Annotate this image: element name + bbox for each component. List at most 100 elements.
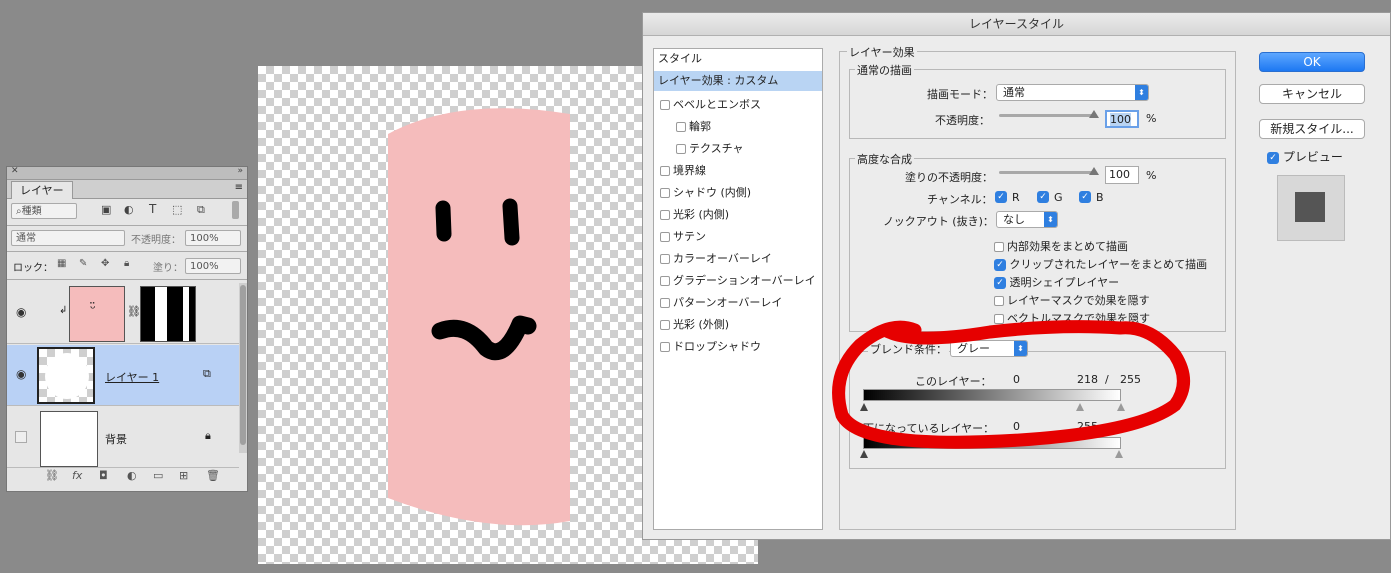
channel-r-checkbox[interactable]: ✓ bbox=[995, 191, 1007, 203]
advanced-blend-label: 高度な合成 bbox=[855, 151, 914, 167]
visibility-toggle-empty[interactable] bbox=[15, 431, 27, 443]
fill-label: 塗り： bbox=[153, 263, 183, 274]
filter-pixel-icon[interactable]: ▣ bbox=[101, 203, 111, 216]
tab-layers[interactable]: レイヤー bbox=[11, 181, 73, 199]
new-layer-icon[interactable]: ⊞ bbox=[179, 469, 188, 482]
collapse-icon[interactable]: » bbox=[237, 166, 243, 176]
channels-label: チャンネル： bbox=[927, 193, 993, 206]
layer-name[interactable]: レイヤー 1 bbox=[105, 369, 159, 385]
vector-mask-thumbnail bbox=[140, 286, 196, 342]
style-item-inner-shadow[interactable]: シャドウ (内側) bbox=[654, 183, 822, 203]
lock-brush-icon[interactable]: ✎ bbox=[79, 258, 87, 269]
style-item-satin[interactable]: サテン bbox=[654, 227, 822, 247]
filter-shape-icon[interactable]: ⬚ bbox=[172, 203, 182, 216]
lock-move-icon[interactable]: ✥ bbox=[101, 258, 109, 269]
channel-r-label: R bbox=[1012, 191, 1020, 204]
link-layers-icon[interactable]: ⛓ bbox=[45, 469, 59, 482]
option-row[interactable]: ✓ クリップされたレイヤーをまとめて描画 bbox=[994, 256, 1207, 272]
fill-opacity-input[interactable]: 100 bbox=[1105, 166, 1139, 184]
filter-toggle[interactable] bbox=[232, 201, 239, 219]
opacity-label: 不透明度： bbox=[131, 235, 181, 246]
preview-checkbox-row[interactable]: ✓ プレビュー bbox=[1267, 148, 1343, 165]
channel-g-checkbox[interactable]: ✓ bbox=[1037, 191, 1049, 203]
normal-blend-group bbox=[849, 69, 1226, 139]
link-icon[interactable]: ⛓ bbox=[127, 305, 141, 318]
dialog-title[interactable]: レイヤースタイル bbox=[643, 13, 1390, 36]
trash-icon[interactable]: 🗑︎ bbox=[206, 469, 220, 482]
style-item-texture[interactable]: テクスチャ bbox=[654, 139, 822, 159]
layer-style-dialog: レイヤースタイル スタイル レイヤー効果 : カスタム ベベルとエンボス 輪郭 … bbox=[642, 12, 1391, 540]
filter-adjust-icon[interactable]: ◐ bbox=[124, 203, 134, 216]
layer-thumbnail bbox=[37, 347, 95, 404]
blend-mode-popup[interactable]: 通常 ⬍ bbox=[996, 84, 1149, 101]
clip-arrow-icon: ↲ bbox=[59, 305, 68, 316]
new-group-icon[interactable]: ▭ bbox=[153, 469, 163, 482]
lock-icon: 🔒︎ bbox=[205, 429, 211, 442]
add-mask-icon[interactable]: ◘ bbox=[99, 469, 108, 482]
left-eye bbox=[435, 200, 452, 242]
cancel-button[interactable]: キャンセル bbox=[1259, 84, 1365, 104]
layer-row-background[interactable]: 背景 🔒︎ bbox=[7, 407, 239, 468]
ok-button[interactable]: OK bbox=[1259, 52, 1365, 72]
visibility-eye-icon[interactable]: ◉ bbox=[16, 305, 26, 319]
layer-row-shape[interactable]: ◉ ↲ ᵕ̈ ⛓ bbox=[7, 283, 239, 344]
opacity-slider-knob[interactable] bbox=[1089, 110, 1099, 118]
fill-opacity-label: 塗りの不透明度： bbox=[905, 171, 993, 184]
blend-mode-label: 描画モード： bbox=[927, 88, 993, 101]
filter-type-icon[interactable]: T bbox=[149, 202, 156, 216]
fx-icon[interactable]: fx bbox=[72, 469, 82, 482]
styles-header[interactable]: スタイル bbox=[654, 49, 822, 69]
lock-all-icon[interactable]: 🔒︎ bbox=[124, 258, 129, 269]
channel-b-checkbox[interactable]: ✓ bbox=[1079, 191, 1091, 203]
effects-group-label: レイヤー効果 bbox=[847, 44, 917, 60]
fill-field[interactable]: 100% bbox=[185, 258, 241, 274]
fill-opacity-slider[interactable] bbox=[999, 171, 1097, 174]
style-item-pattern-overlay[interactable]: パターンオーバーレイ bbox=[654, 293, 822, 313]
layer-thumbnail bbox=[40, 411, 98, 467]
adjustment-icon[interactable]: ◐ bbox=[127, 469, 137, 482]
layers-panel: ✕ » レイヤー ≡ ⌕種類 ▣ ◐ T ⬚ ⧉ 通常 不透明度： 100% ロ… bbox=[6, 166, 248, 492]
knockout-popup[interactable]: なし ⬍ bbox=[996, 211, 1058, 228]
panel-titlebar[interactable]: ✕ » bbox=[7, 166, 247, 180]
option-row[interactable]: 内部効果をまとめて描画 bbox=[994, 238, 1128, 254]
style-item-bevel[interactable]: ベベルとエンボス bbox=[654, 95, 822, 115]
layer-thumbnail: ᵕ̈ bbox=[69, 286, 125, 342]
panel-menu-icon[interactable]: ≡ bbox=[235, 182, 243, 193]
close-icon[interactable]: ✕ bbox=[11, 166, 19, 176]
opacity-unit: % bbox=[1146, 112, 1157, 125]
channel-g-label: G bbox=[1054, 191, 1063, 204]
style-item-gradient-overlay[interactable]: グラデーションオーバーレイ bbox=[654, 271, 822, 291]
right-eye bbox=[502, 198, 520, 246]
layer-row-layer1[interactable]: ◉ レイヤー 1 ⧉ bbox=[7, 345, 239, 406]
style-item-custom[interactable]: レイヤー効果 : カスタム bbox=[654, 71, 822, 91]
fill-opacity-slider-knob[interactable] bbox=[1089, 167, 1099, 175]
opacity-slider[interactable] bbox=[999, 114, 1097, 117]
visibility-eye-icon[interactable]: ◉ bbox=[16, 367, 26, 381]
style-item-drop-shadow[interactable]: ドロップシャドウ bbox=[654, 337, 822, 357]
layer-name: 背景 bbox=[105, 433, 127, 446]
blend-mode-select[interactable]: 通常 bbox=[11, 230, 125, 246]
opacity-input[interactable]: 100 bbox=[1105, 110, 1139, 128]
style-item-stroke[interactable]: 境界線 bbox=[654, 161, 822, 181]
option-row[interactable]: ✓ 透明シェイプレイヤー bbox=[994, 274, 1119, 290]
filter-kind-select[interactable]: ⌕種類 bbox=[11, 203, 77, 219]
red-annotation-circle bbox=[832, 320, 1190, 449]
pink-shape bbox=[388, 108, 570, 526]
style-item-contour[interactable]: 輪郭 bbox=[654, 117, 822, 137]
new-style-button[interactable]: 新規スタイル... bbox=[1259, 119, 1365, 139]
preview-checkbox[interactable]: ✓ bbox=[1267, 151, 1279, 164]
normal-blend-label: 通常の描画 bbox=[855, 62, 914, 78]
style-item-color-overlay[interactable]: カラーオーバーレイ bbox=[654, 249, 822, 269]
lock-transparent-icon[interactable]: ▦ bbox=[57, 258, 66, 269]
preview-swatch bbox=[1277, 175, 1345, 241]
opacity-field[interactable]: 100% bbox=[185, 230, 241, 246]
layers-scrollbar[interactable] bbox=[239, 283, 247, 453]
effects-icon[interactable]: ⧉ bbox=[203, 367, 211, 381]
channel-b-label: B bbox=[1096, 191, 1104, 204]
style-item-outer-glow[interactable]: 光彩 (外側) bbox=[654, 315, 822, 335]
option-row[interactable]: レイヤーマスクで効果を隠す bbox=[994, 292, 1150, 308]
fill-opacity-unit: % bbox=[1146, 169, 1157, 182]
lock-label: ロック： bbox=[13, 263, 53, 274]
filter-smart-icon[interactable]: ⧉ bbox=[197, 203, 205, 217]
style-item-inner-glow[interactable]: 光彩 (内側) bbox=[654, 205, 822, 225]
